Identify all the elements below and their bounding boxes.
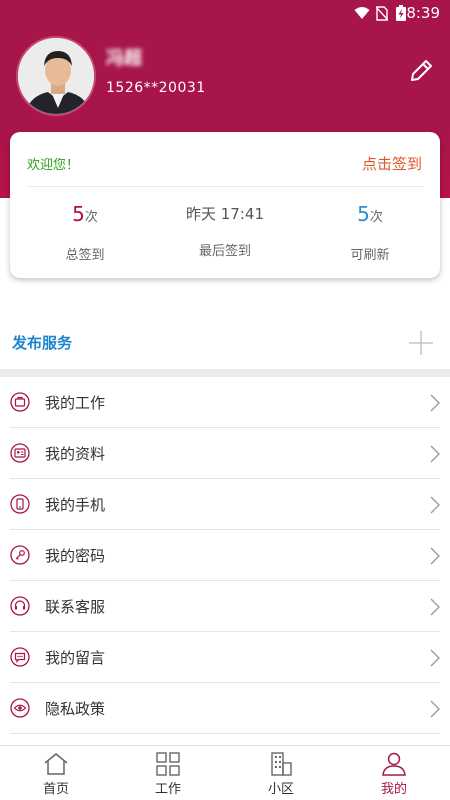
chevron-right-icon [430,649,440,667]
menu-item-my-messages[interactable]: 我的留言 [0,632,450,683]
profile-card-icon [10,443,30,463]
message-icon [10,647,30,667]
menu-item-my-profile[interactable]: 我的资料 [0,428,450,479]
stat-unit: 次 [84,210,98,225]
chevron-right-icon [430,547,440,565]
user-name: 冯超 [106,48,142,69]
menu-item-my-password[interactable]: 我的密码 [0,530,450,581]
wifi-icon [354,7,370,19]
nav-tab-community[interactable]: 小区 [225,746,337,800]
menu-label: 我的留言 [45,649,106,667]
checkin-button[interactable]: 点击签到 [362,153,422,174]
chevron-right-icon [430,700,440,718]
user-phone: 1526**20031 [106,80,206,96]
menu-item-my-work[interactable]: 我的工作 [0,377,450,428]
chevron-right-icon [430,394,440,412]
stat-unit: 次 [369,210,383,225]
nav-tab-mine[interactable]: 我的 [338,746,450,800]
stat-number: 5 [357,202,370,226]
grid-icon [156,752,180,776]
stat-label: 可刷新 [350,248,390,263]
briefcase-icon [10,392,30,412]
avatar[interactable] [16,36,96,116]
person-icon [382,752,406,776]
menu-list: 我的工作 我的资料 我的手机 我的密码 联系客服 我的留言 隐私政策 [0,377,450,734]
menu-label: 我的资料 [45,445,106,463]
chevron-right-icon [430,496,440,514]
key-icon [10,545,30,565]
chevron-right-icon [430,445,440,463]
stat-label: 最后签到 [198,244,251,259]
status-bar: 8:39 [0,0,450,28]
publish-service-label: 发布服务 [12,334,73,352]
plus-icon[interactable] [408,330,434,356]
checkin-card: 欢迎您！ 点击签到 5次 总签到 昨天 17:41 最后签到 5次 可刷新 [10,132,440,278]
bottom-navigation: 首页 工作 小区 我的 [0,745,450,800]
menu-label: 隐私政策 [45,700,106,718]
battery-charging-icon [396,5,406,21]
welcome-text: 欢迎您！ [27,158,80,173]
chevron-right-icon [430,598,440,616]
menu-item-my-phone[interactable]: 我的手机 [0,479,450,530]
stat-value: 5次 [300,196,440,232]
stat-refreshable: 5次 可刷新 [300,196,440,263]
stat-last-checkin: 昨天 17:41 最后签到 [155,196,295,259]
card-divider [26,186,424,187]
nav-label: 工作 [154,782,181,797]
menu-label: 我的密码 [45,547,106,565]
nav-tab-work[interactable]: 工作 [112,746,224,800]
no-sim-icon [376,6,388,21]
home-icon [44,753,68,775]
menu-label: 我的工作 [45,394,106,412]
stat-value: 5次 [15,196,155,232]
nav-label: 我的 [380,782,407,797]
nav-tab-home[interactable]: 首页 [0,746,112,800]
menu-item-privacy-policy[interactable]: 隐私政策 [0,683,450,734]
stat-number: 5 [72,202,85,226]
publish-service-row[interactable]: 发布服务 [0,318,450,368]
stat-value: 昨天 17:41 [186,205,264,223]
status-time: 8:39 [406,4,440,22]
section-divider [0,369,450,377]
stat-label: 总签到 [65,248,105,263]
building-icon [271,752,292,776]
edit-pencil-icon[interactable] [407,57,435,85]
headset-icon [10,596,30,616]
nav-label: 首页 [42,782,69,797]
eye-icon [10,698,30,718]
menu-label: 联系客服 [45,598,106,616]
menu-item-contact-support[interactable]: 联系客服 [0,581,450,632]
phone-icon [10,494,30,514]
menu-label: 我的手机 [45,496,106,514]
stat-total-checkins: 5次 总签到 [15,196,155,263]
nav-label: 小区 [267,782,294,797]
